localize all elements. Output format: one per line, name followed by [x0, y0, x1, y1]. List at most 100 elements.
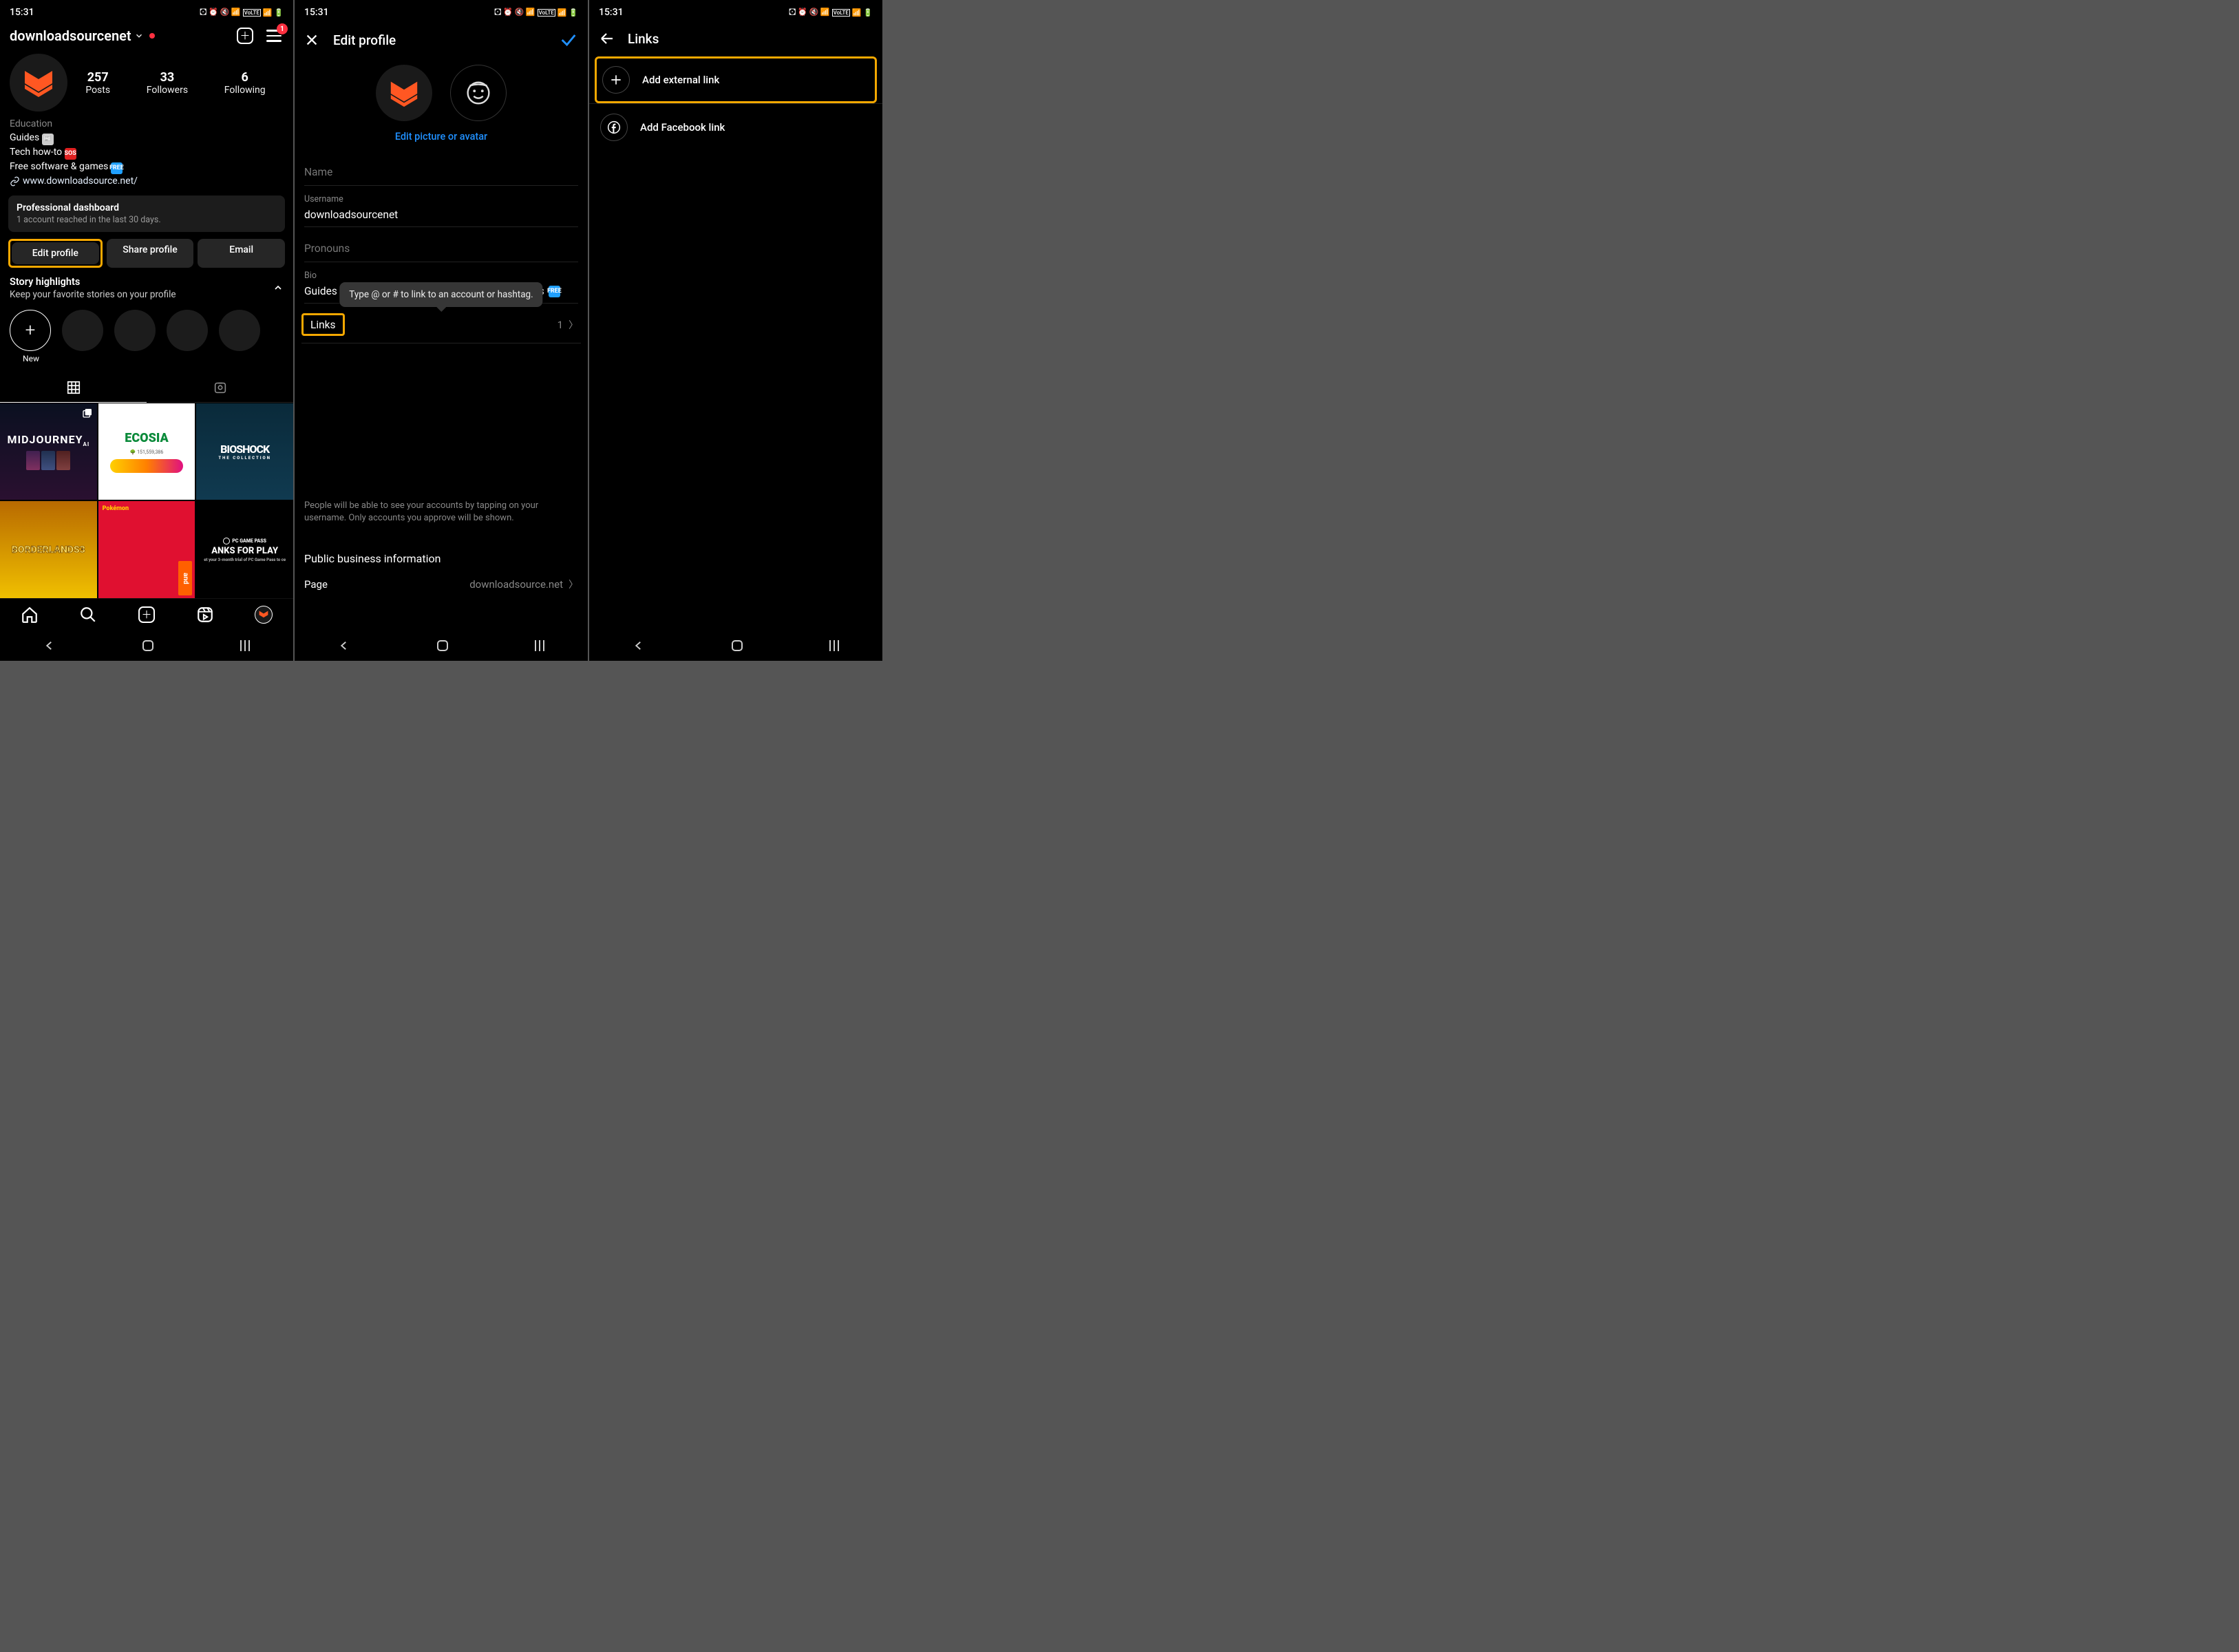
- bottom-nav: ＋: [0, 598, 293, 631]
- reels-nav[interactable]: [196, 606, 214, 624]
- pronouns-field[interactable]: Pronouns: [295, 231, 588, 264]
- sos-icon: SOS: [65, 148, 76, 160]
- status-bar: 15:31 🖸 ⏰ 🔇 📶VoLTE📶 🔋: [0, 0, 293, 21]
- recents-button[interactable]: [535, 640, 544, 651]
- page-title: Links: [628, 31, 659, 47]
- bio-line: Tech how-to SOS: [10, 145, 284, 160]
- grid-icon: [66, 380, 81, 395]
- profile-picture[interactable]: [376, 65, 432, 121]
- create-button[interactable]: ＋: [235, 26, 255, 45]
- avatar-option[interactable]: [450, 65, 507, 121]
- highlight-new[interactable]: +New: [10, 310, 52, 363]
- page-row[interactable]: Page downloadsource.net〉: [295, 569, 588, 600]
- recents-button[interactable]: [240, 640, 250, 651]
- chevron-up-icon[interactable]: [273, 282, 284, 293]
- newspaper-icon: 📰: [42, 134, 54, 145]
- public-info-section: Public business information Page downloa…: [295, 545, 588, 600]
- highlight-links: Links: [301, 313, 345, 336]
- close-button[interactable]: [304, 32, 325, 47]
- profile-header: downloadsourcenet ＋ 1: [0, 21, 293, 51]
- home-button[interactable]: [142, 640, 153, 651]
- highlight-placeholder: [114, 310, 157, 363]
- following-stat[interactable]: 6Following: [224, 70, 266, 96]
- post-thumbnail[interactable]: Pokémonand: [98, 501, 195, 598]
- add-external-link[interactable]: Add external link: [595, 56, 877, 103]
- posts-grid: MIDJOURNEYAI ECOSIA🌳 151,559,386 BIOSHOC…: [0, 403, 293, 598]
- highlight-circles: +New: [0, 303, 293, 368]
- dashboard-title: Professional dashboard: [17, 202, 277, 213]
- profile-tabs: [0, 373, 293, 403]
- post-thumbnail[interactable]: BIOSHOCKTHE COLLECTION: [196, 403, 293, 500]
- post-thumbnail[interactable]: PC GAME PASSANKS FOR PLAYet your 3-month…: [196, 501, 293, 598]
- home-button[interactable]: [732, 640, 743, 651]
- status-icons: 🖸 ⏰ 🔇 📶VoLTE📶 🔋: [200, 6, 284, 19]
- story-highlights-title: Story highlights: [10, 276, 176, 288]
- grid-tab[interactable]: [0, 373, 147, 403]
- plus-box-icon: ＋: [237, 28, 253, 44]
- followers-stat[interactable]: 33Followers: [147, 70, 188, 96]
- name-field[interactable]: Name: [295, 155, 588, 187]
- status-time: 15:31: [304, 7, 329, 18]
- tagged-icon: [213, 380, 228, 395]
- back-button[interactable]: [43, 639, 56, 652]
- page-title: Edit profile: [333, 32, 559, 48]
- back-button[interactable]: [633, 639, 645, 652]
- chevron-right-icon: 〉: [569, 578, 578, 591]
- professional-dashboard[interactable]: Professional dashboard 1 account reached…: [8, 195, 285, 232]
- username-field[interactable]: Username downloadsourcenet: [295, 190, 588, 229]
- edit-profile-button[interactable]: Edit profile: [12, 242, 99, 264]
- bio-line: Free software & games FREE: [10, 160, 284, 174]
- tagged-tab[interactable]: [147, 373, 293, 403]
- edit-picture-link[interactable]: Edit picture or avatar: [295, 127, 588, 152]
- reels-icon: [196, 606, 214, 624]
- screen-edit-profile: 15:31 🖸 ⏰ 🔇 📶VoLTE📶 🔋 Edit profile Edit …: [295, 0, 588, 661]
- links-row[interactable]: Links 1〉: [301, 308, 581, 343]
- recents-button[interactable]: [829, 640, 839, 651]
- plus-icon: [602, 66, 630, 94]
- status-time: 15:31: [599, 7, 624, 18]
- avatar-row: [295, 59, 588, 127]
- menu-button[interactable]: 1: [264, 26, 284, 45]
- system-nav: [589, 631, 882, 661]
- avatar-face-icon: [462, 76, 495, 109]
- carousel-icon: [82, 407, 93, 419]
- search-icon: [79, 606, 97, 624]
- home-button[interactable]: [437, 640, 448, 651]
- status-bar: 15:31 🖸 ⏰ 🔇 📶VoLTE📶 🔋: [295, 0, 588, 21]
- search-nav[interactable]: [79, 606, 97, 624]
- posts-stat[interactable]: 257Posts: [85, 70, 110, 96]
- profile-stats-row: 257Posts 33Followers 6Following: [0, 51, 293, 117]
- create-nav[interactable]: ＋: [138, 606, 156, 624]
- arrow-left-icon: [599, 30, 615, 47]
- highlight-placeholder: [167, 310, 209, 363]
- post-thumbnail[interactable]: BORDERLANDS3: [0, 501, 97, 598]
- username-dropdown[interactable]: downloadsourcenet: [10, 28, 131, 44]
- chevron-down-icon: [134, 31, 144, 41]
- back-button[interactable]: [599, 30, 615, 47]
- post-thumbnail[interactable]: ECOSIA🌳 151,559,386: [98, 403, 195, 500]
- bio-line: Guides 📰: [10, 131, 284, 145]
- avatar[interactable]: [10, 54, 67, 112]
- home-nav[interactable]: [21, 606, 39, 624]
- menu-badge: 1: [277, 23, 288, 34]
- story-highlights-sub: Keep your favorite stories on your profi…: [10, 289, 176, 300]
- system-nav: [295, 631, 588, 661]
- free-icon: FREE: [111, 162, 123, 174]
- free-icon: FREE: [549, 286, 560, 297]
- post-thumbnail[interactable]: MIDJOURNEYAI: [0, 403, 97, 500]
- profile-nav[interactable]: [255, 606, 273, 624]
- check-icon: [559, 30, 578, 50]
- highlight-placeholder: [62, 310, 105, 363]
- story-highlights-section: Story highlights Keep your favorite stor…: [0, 268, 293, 303]
- bio-link[interactable]: www.downloadsource.net/: [10, 174, 284, 188]
- status-bar: 15:31 🖸 ⏰ 🔇 📶VoLTE📶 🔋: [589, 0, 882, 21]
- chevron-right-icon: 〉: [569, 318, 578, 332]
- add-facebook-link[interactable]: Add Facebook link: [589, 104, 882, 151]
- status-icons: 🖸 ⏰ 🔇 📶VoLTE📶 🔋: [494, 6, 578, 19]
- back-button[interactable]: [338, 639, 350, 652]
- share-profile-button[interactable]: Share profile: [107, 239, 194, 268]
- category-label: Education: [10, 117, 284, 131]
- confirm-button[interactable]: [559, 30, 578, 50]
- facebook-icon: [600, 114, 628, 141]
- email-button[interactable]: Email: [198, 239, 285, 268]
